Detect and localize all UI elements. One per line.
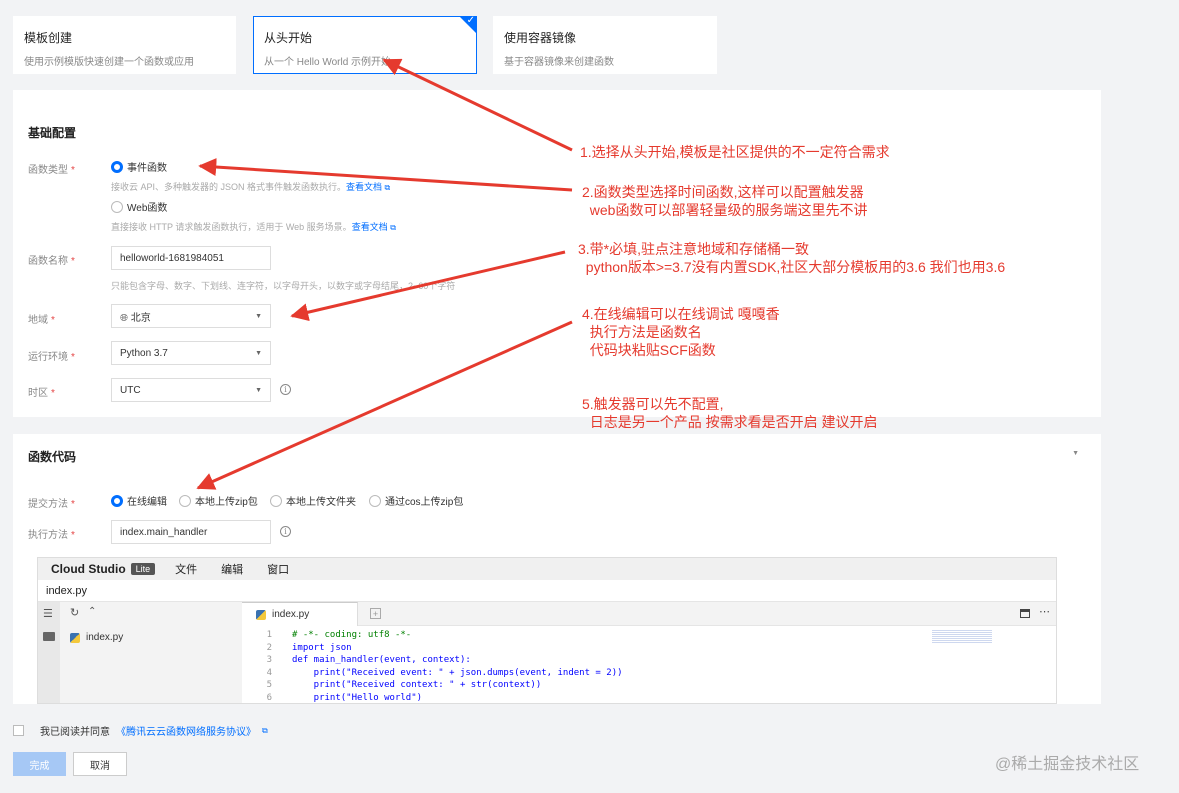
external-link-icon: ⧉ <box>262 725 268 735</box>
radio-icon <box>111 494 123 507</box>
agreement-link[interactable]: 《腾讯云云函数网络服务协议》 <box>116 723 256 738</box>
func-name-input[interactable]: helloworld-1681984051 <box>111 246 271 270</box>
editor-tab[interactable]: index.py <box>242 602 358 626</box>
radio-icon <box>111 200 123 213</box>
menu-edit[interactable]: 编辑 <box>221 561 243 577</box>
ide-editor-area[interactable]: index.py + ⋯ 1 # -*- coding: utf8 -*- 2 im… <box>242 602 1056 703</box>
more-icon[interactable]: ⋯ <box>1039 605 1050 618</box>
func-type-label: 函数类型 * <box>28 165 75 176</box>
submit-zip-radio[interactable]: 本地上传zip包 <box>179 493 258 508</box>
submit-method-label: 提交方法 * <box>28 499 75 510</box>
chevron-down-icon: ▼ <box>255 312 262 320</box>
template-card-container[interactable]: 使用容器镜像 基于容器镜像来创建函数 <box>493 16 717 74</box>
cancel-button[interactable]: 取消 <box>73 752 127 776</box>
submit-folder-radio[interactable]: 本地上传文件夹 <box>270 493 356 508</box>
ide-tabbar <box>242 602 1056 626</box>
annotation-note-2: 2.函数类型选择时间函数,这样可以配置触发器 web函数可以部署轻量级的服务端这… <box>582 184 868 218</box>
template-card-title: 使用容器镜像 <box>504 31 577 45</box>
handler-input[interactable]: index.main_handler <box>111 520 271 544</box>
radio-icon <box>270 494 282 507</box>
annotation-note-5: 5.触发器可以先不配置, 日志是另一个产品 按需求看是否开启 建议开启 <box>582 396 878 430</box>
annotation-note-3: 3.带*必填,驻点注意地域和存储桶一致 python版本>=3.7没有内置SDK… <box>578 241 1006 275</box>
event-function-label: 事件函数 <box>127 163 167 174</box>
folder-icon[interactable] <box>43 632 55 641</box>
template-card-title: 从头开始 <box>264 31 313 45</box>
agree-text: 我已阅读并同意 <box>40 727 110 738</box>
ide-lite-badge: Lite <box>130 563 156 575</box>
radio-icon <box>111 160 123 173</box>
code-line: 4 print("Received event: " + json.dumps(… <box>266 667 623 678</box>
event-function-hint: 接收云 API、多种触发器的 JSON 格式事件触发函数执行。查看文档 ⧉ <box>111 182 391 192</box>
chevron-up-icon[interactable]: ⌃ <box>88 606 96 617</box>
web-function-hint: 直接接收 HTTP 请求触发函数执行，适用于 Web 服务场景。查看文档 ⧉ <box>111 222 396 232</box>
info-icon[interactable]: i <box>280 526 291 537</box>
template-card-desc: 基于容器镜像来创建函数 <box>504 57 614 68</box>
python-file-icon <box>70 632 80 643</box>
radio-icon <box>369 494 381 507</box>
basic-config-title: 基础配置 <box>28 126 77 140</box>
function-code-title: 函数代码 <box>28 450 77 464</box>
refresh-icon[interactable]: ↻ <box>70 606 79 619</box>
web-function-radio[interactable]: Web函数 <box>111 199 167 214</box>
region-select[interactable]: 🌐︎ 北京 ▼ <box>111 304 271 328</box>
watermark: @稀土掘金技术社区 <box>995 756 1140 773</box>
code-block[interactable]: 1 # -*- coding: utf8 -*- 2 import json 3 de… <box>242 629 623 703</box>
chevron-down-icon: ▼ <box>255 386 262 394</box>
confirm-button[interactable]: 完成 <box>13 752 66 776</box>
new-tab-icon[interactable]: + <box>370 608 381 619</box>
ide-brand: Cloud Studio <box>51 562 126 576</box>
web-function-label: Web函数 <box>127 203 168 214</box>
code-line: 2 import json <box>266 642 352 653</box>
func-name-label: 函数名称 * <box>28 256 75 267</box>
cloud-studio-editor[interactable]: Cloud Studio Lite 文件 编辑 窗口 index.py ☰ ↻ … <box>37 557 1057 704</box>
agreement-row: 我已阅读并同意 《腾讯云云函数网络服务协议》 ⧉ <box>13 723 268 738</box>
template-card-desc: 从一个 Hello World 示例开始 <box>264 57 392 68</box>
template-card-template[interactable]: 模板创建 使用示例模版快速创建一个函数或应用 <box>13 16 236 74</box>
submit-cos-radio[interactable]: 通过cos上传zip包 <box>369 493 463 508</box>
external-link-icon: ⧉ <box>384 183 391 192</box>
external-link-icon: ⧉ <box>390 223 396 232</box>
template-card-title: 模板创建 <box>24 31 73 45</box>
maximize-icon[interactable] <box>1020 609 1030 618</box>
code-line: 6 print("Hello world") <box>266 692 423 703</box>
agree-checkbox[interactable] <box>13 725 24 736</box>
region-label: 地域 * <box>28 315 55 326</box>
func-name-hint: 只能包含字母、数字、下划线、连字符，以字母开头，以数字或字母结尾，2~60个字符 <box>111 281 456 291</box>
template-card-scratch[interactable]: 从头开始 从一个 Hello World 示例开始 ✓ <box>253 16 477 74</box>
submit-online-radio[interactable]: 在线编辑 <box>111 493 167 508</box>
timezone-label: 时区 * <box>28 388 55 399</box>
minimap <box>932 630 992 644</box>
handler-label: 执行方法 * <box>28 530 75 541</box>
python-file-icon <box>256 609 266 620</box>
template-card-desc: 使用示例模版快速创建一个函数或应用 <box>24 57 194 68</box>
event-function-radio[interactable]: 事件函数 <box>111 159 167 174</box>
ide-activity-bar: ☰ <box>38 602 60 703</box>
tree-file-item[interactable]: index.py <box>70 632 123 643</box>
timezone-select[interactable]: UTC ▼ <box>111 378 271 402</box>
ide-file-tree: ↻ ⌃ index.py <box>60 602 242 703</box>
menu-file[interactable]: 文件 <box>175 561 197 577</box>
ide-current-file: index.py <box>38 580 1056 602</box>
list-icon[interactable]: ☰ <box>43 607 53 620</box>
code-line: 3 def main_handler(event, context): <box>266 655 471 665</box>
selected-check-icon: ✓ <box>459 16 477 34</box>
ide-menubar: Cloud Studio Lite 文件 编辑 窗口 <box>38 558 1056 580</box>
code-line: 5 print("Received context: " + str(conte… <box>266 680 542 690</box>
collapse-caret-icon[interactable]: ▼ <box>1072 450 1079 457</box>
runtime-select[interactable]: Python 3.7 ▼ <box>111 341 271 365</box>
annotation-note-4: 4.在线编辑可以在线调试 嘎嘎香 执行方法是函数名 代码块粘贴SCF函数 <box>582 306 780 358</box>
menu-window[interactable]: 窗口 <box>267 561 289 577</box>
web-doc-link[interactable]: 查看文档 <box>352 222 388 232</box>
info-icon[interactable]: i <box>280 384 291 395</box>
runtime-label: 运行环境 * <box>28 352 75 363</box>
chevron-down-icon: ▼ <box>255 349 262 357</box>
code-line: 1 # -*- coding: utf8 -*- <box>266 630 412 640</box>
annotation-note-1: 1.选择从头开始,模板是社区提供的不一定符合需求 <box>580 144 890 160</box>
radio-icon <box>179 494 191 507</box>
globe-icon: 🌐︎ <box>120 312 128 324</box>
event-doc-link[interactable]: 查看文档 <box>346 182 382 192</box>
